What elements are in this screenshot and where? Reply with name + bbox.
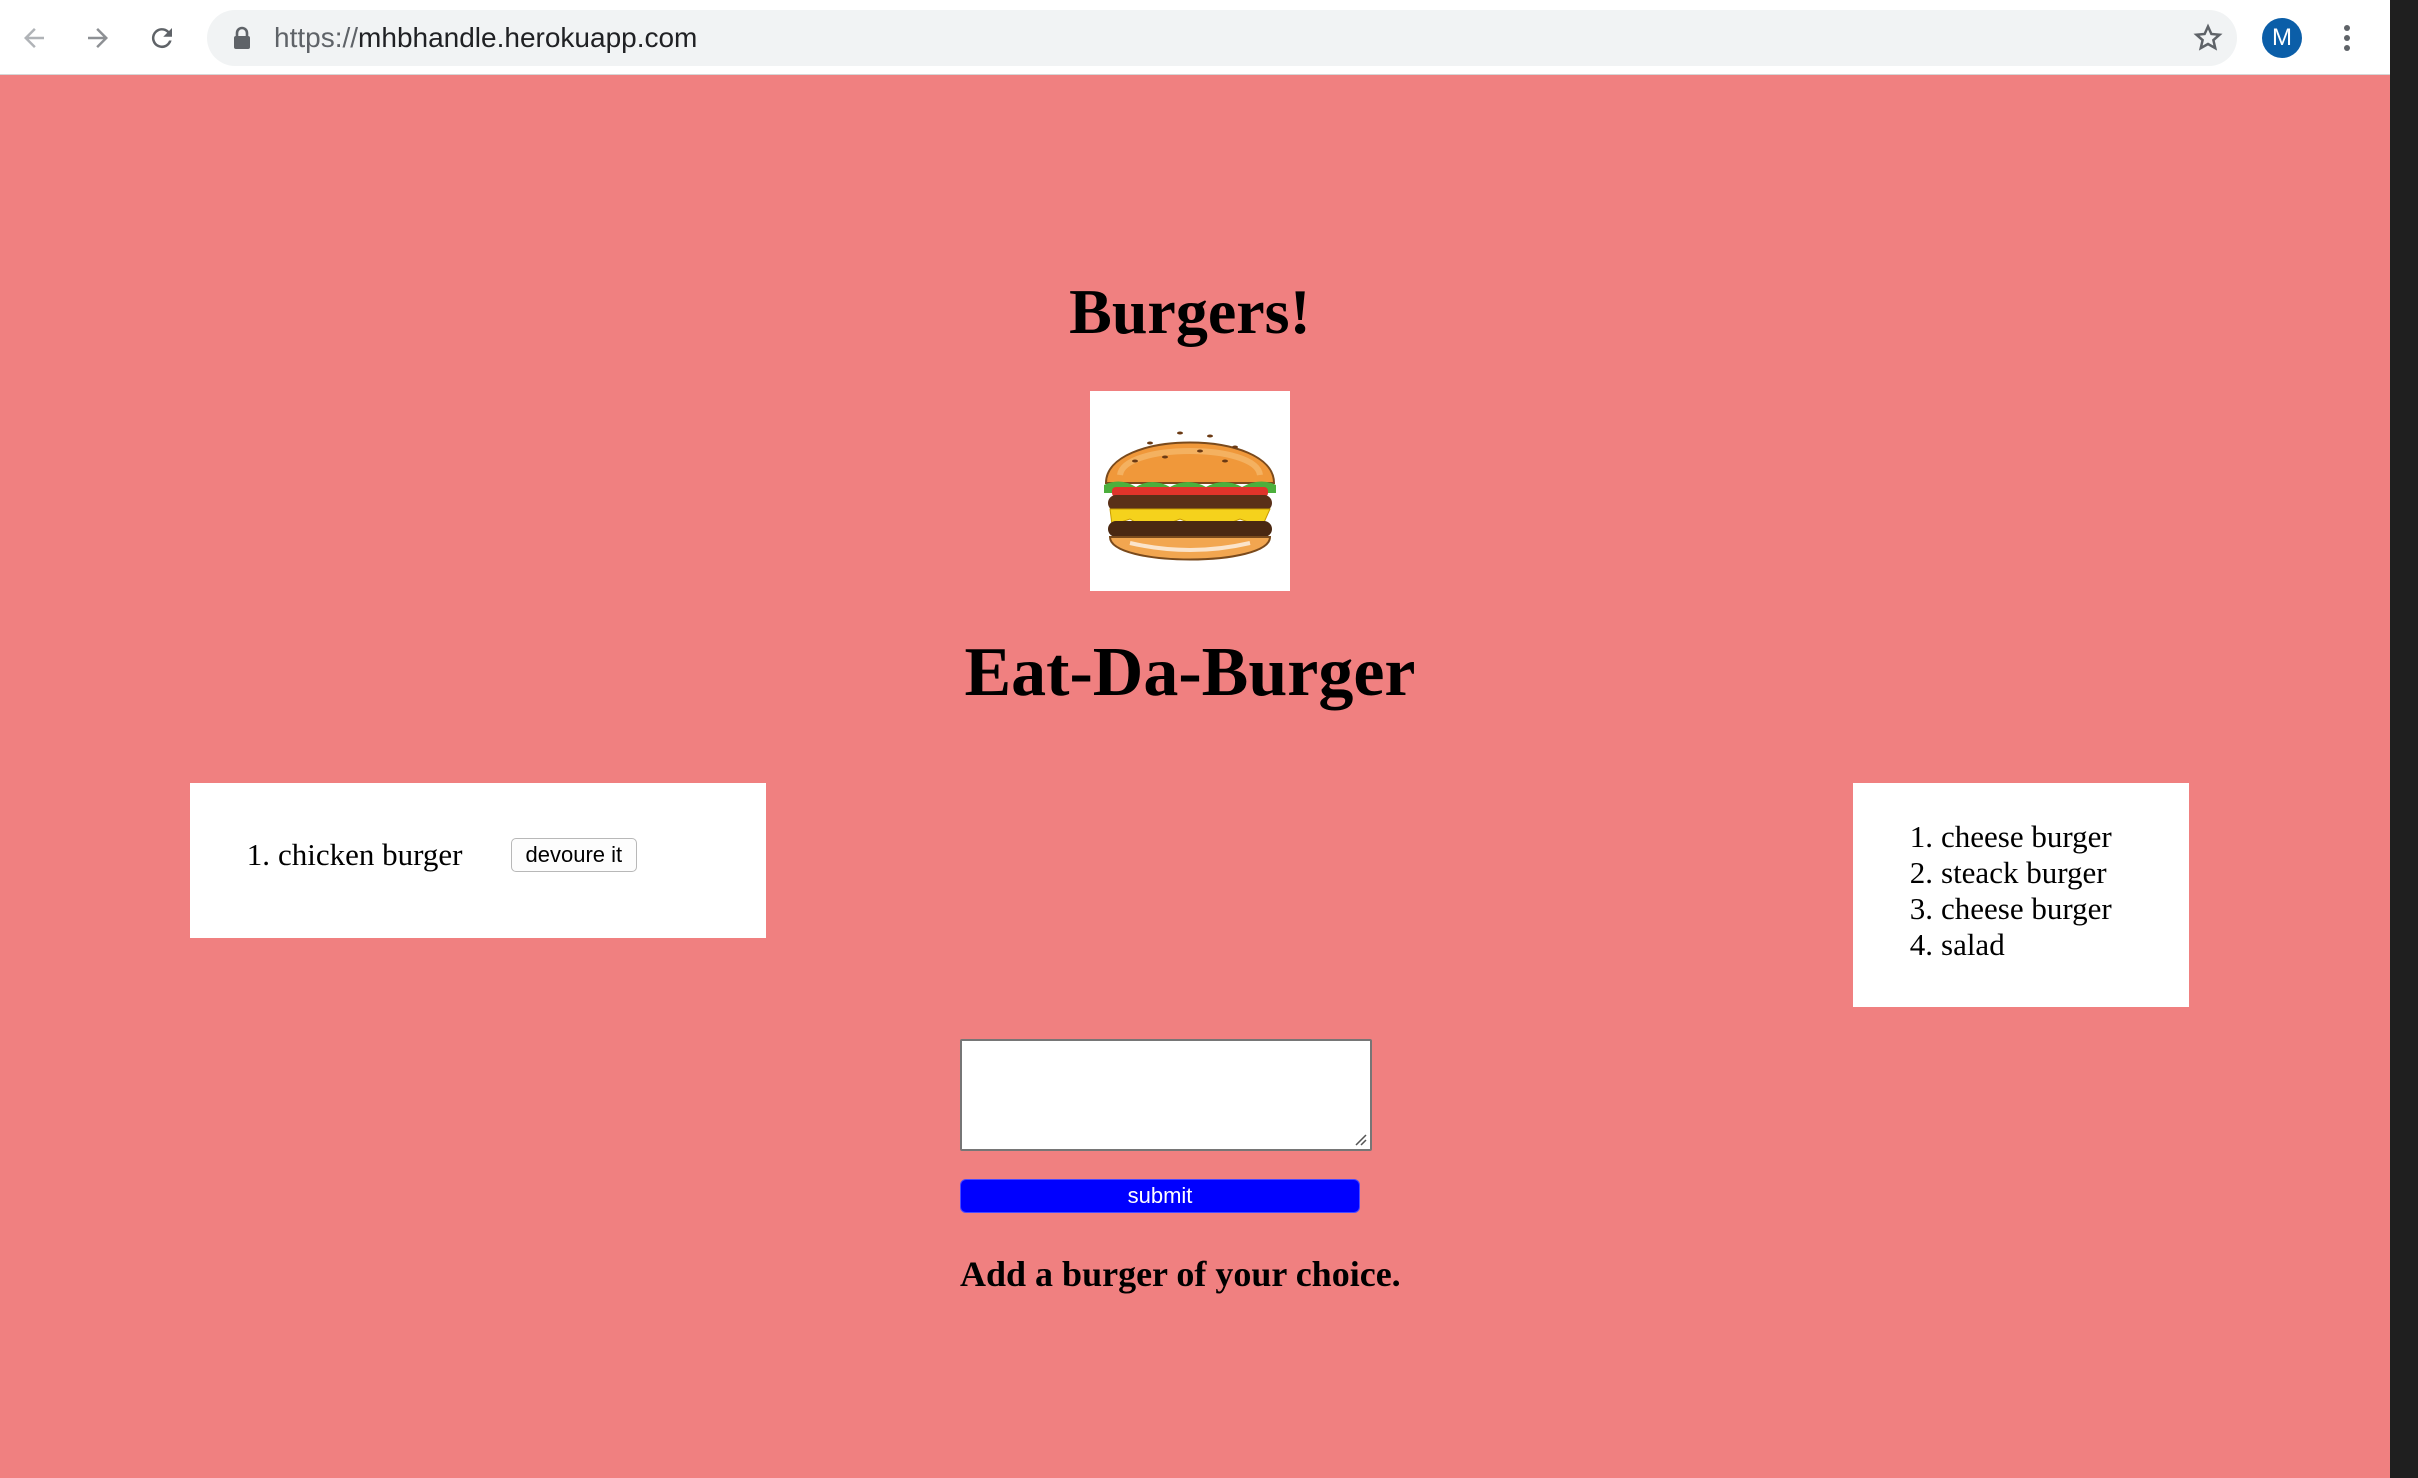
page-subtitle: Eat-Da-Burger xyxy=(964,634,1416,711)
url-scheme: https:// xyxy=(274,22,359,53)
list-number: 1. xyxy=(1909,819,1933,854)
form-hint: Add a burger of your choice. xyxy=(960,1254,1401,1294)
eaten-burgers-panel: 1. cheese burger 2. steack burger 3. cheese… xyxy=(1853,783,2189,1007)
burger-name: salad xyxy=(1941,927,2005,962)
burger-name: chicken burger xyxy=(278,837,463,872)
menu-kebab-icon[interactable] xyxy=(2322,10,2372,66)
url-host: mhbhandle.herokuapp.com xyxy=(358,22,698,53)
address-bar[interactable]: https://mhbhandle.herokuapp.com xyxy=(207,10,2237,66)
back-arrow-icon[interactable] xyxy=(6,10,62,66)
star-icon[interactable] xyxy=(2180,10,2236,66)
page-body: Burgers! Eat-Da-Burger 1. chicken burger… xyxy=(0,75,2390,1478)
list-number: 2. xyxy=(1909,855,1933,890)
reload-icon[interactable] xyxy=(134,10,190,66)
window-edge xyxy=(2390,0,2418,1478)
list-item: 3. cheese burger xyxy=(1901,891,2112,927)
eaten-list: 1. cheese burger 2. steack burger 3. cheese… xyxy=(1901,819,2112,963)
list-number: 4. xyxy=(1909,927,1933,962)
list-number: 3. xyxy=(1909,891,1933,926)
burger-image xyxy=(1090,391,1290,591)
uneaten-burgers-panel: 1. chicken burger devoure it xyxy=(190,783,766,938)
profile-avatar[interactable]: M xyxy=(2262,18,2302,58)
resize-grip-icon[interactable] xyxy=(1353,1132,1367,1146)
burger-name: steack burger xyxy=(1941,855,2107,890)
list-item: 2. steack burger xyxy=(1901,855,2112,891)
list-number: 1. xyxy=(246,837,270,872)
forward-arrow-icon[interactable] xyxy=(70,10,126,66)
burger-name: cheese burger xyxy=(1941,819,2112,854)
burger-name: cheese burger xyxy=(1941,891,2112,926)
lock-icon xyxy=(234,26,250,49)
page-title: Burgers! xyxy=(1069,276,1311,347)
list-item: 1. chicken burger devoure it xyxy=(238,837,638,873)
burger-name-textarea[interactable] xyxy=(960,1039,1372,1151)
url-text: https://mhbhandle.herokuapp.com xyxy=(274,10,697,66)
list-item: 4. salad xyxy=(1901,927,2112,963)
submit-button[interactable]: submit xyxy=(960,1179,1360,1213)
devour-button[interactable]: devoure it xyxy=(510,838,638,872)
list-item: 1. cheese burger xyxy=(1901,819,2112,855)
browser-toolbar: https://mhbhandle.herokuapp.com M xyxy=(0,0,2390,75)
